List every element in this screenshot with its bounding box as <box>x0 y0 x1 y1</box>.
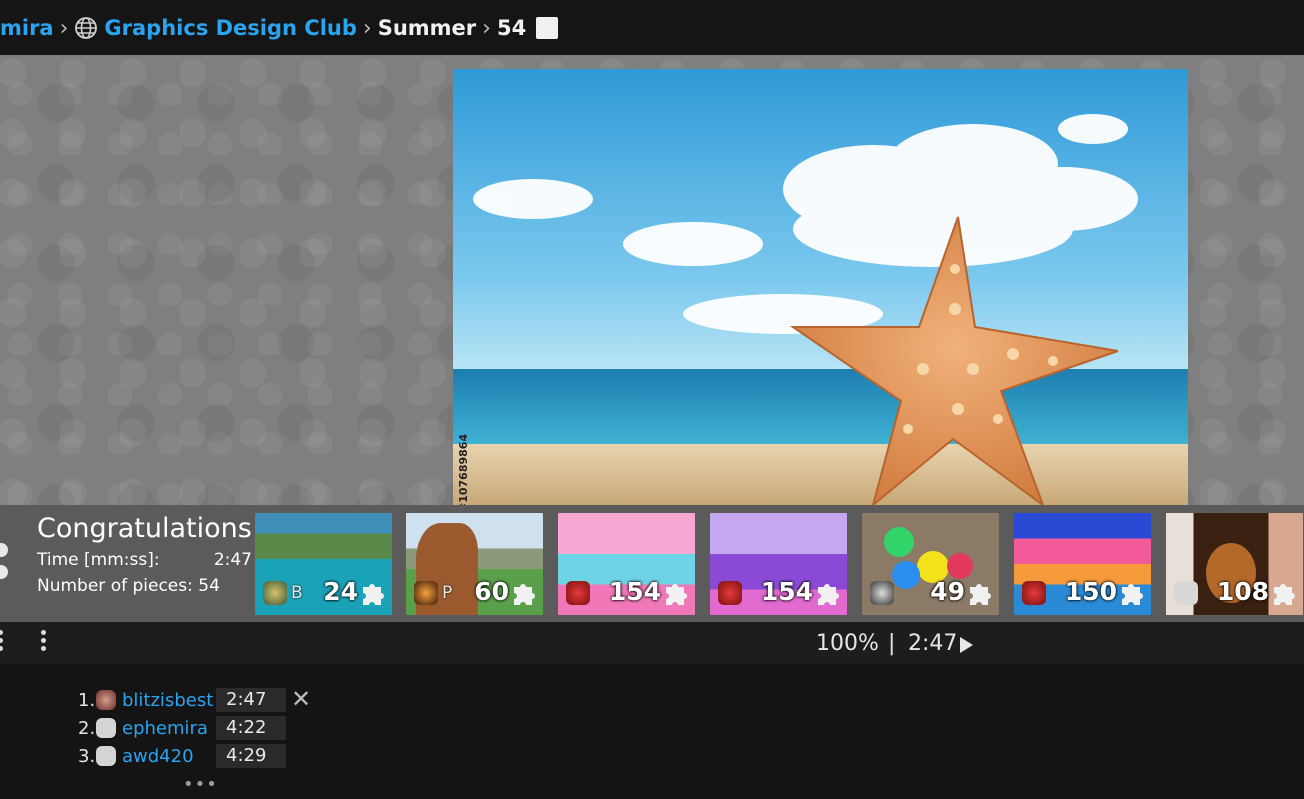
creator-avatar <box>718 581 742 605</box>
creator-avatar <box>1022 581 1046 605</box>
breadcrumb-club-link[interactable]: Graphics Design Club <box>104 16 356 40</box>
user-avatar <box>96 718 116 738</box>
status-separator: | <box>888 631 896 656</box>
zoom-level[interactable]: 100% <box>816 631 879 656</box>
thumbnail-badge: B <box>291 583 303 603</box>
piece-count: 154 <box>760 577 813 606</box>
congrats-title: Congratulations! <box>37 513 263 544</box>
time-label: Time [mm:ss]: <box>37 550 160 570</box>
rank: 3. <box>78 745 96 767</box>
pieces-label: Number of pieces: 54 <box>37 576 220 596</box>
piece-count: 49 <box>930 577 965 606</box>
pieces-stat: Number of pieces: 54 <box>37 576 252 596</box>
puzzle-piece-icon <box>1274 584 1295 605</box>
creator-avatar <box>263 581 287 605</box>
piece-count: 108 <box>1216 577 1269 606</box>
congrats-summary: Congratulations! Time [mm:ss]: 2:47 Numb… <box>37 513 263 596</box>
time-stat: Time [mm:ss]: 2:47 <box>37 550 252 570</box>
puzzle-piece-icon <box>970 584 991 605</box>
chevron-right-icon: › <box>362 15 372 41</box>
piece-count: 60 <box>474 577 509 606</box>
completed-puzzle-image <box>453 69 1188 505</box>
user-link[interactable]: ephemira <box>122 718 216 739</box>
puzzle-thumbnail[interactable]: 49 <box>862 513 999 615</box>
rank: 1. <box>78 689 96 711</box>
piece-count: 150 <box>1064 577 1117 606</box>
puzzle-thumbnail[interactable]: 154 <box>558 513 695 615</box>
user-avatar <box>96 746 116 766</box>
piece-count: 24 <box>323 577 358 606</box>
rank: 2. <box>78 717 96 739</box>
more-results-button[interactable]: ••• <box>183 774 218 795</box>
puzzle-piece-icon <box>818 584 839 605</box>
close-icon[interactable]: ✕ <box>291 685 311 713</box>
breadcrumb-category[interactable]: Summer <box>378 16 476 40</box>
solve-time: 4:22 <box>216 716 286 740</box>
side-handle-icon[interactable] <box>0 543 8 587</box>
user-avatar <box>96 690 116 710</box>
thumbnail-badge: P <box>442 583 453 603</box>
creator-avatar <box>870 581 894 605</box>
creator-avatar <box>414 581 438 605</box>
puzzle-piece-icon <box>666 584 687 605</box>
puzzle-piece-icon <box>514 584 535 605</box>
puzzle-thumbnail[interactable]: 108 <box>1166 513 1303 615</box>
globe-icon <box>75 17 98 39</box>
breadcrumb-pieces: 54 <box>496 16 527 40</box>
chevron-right-icon: › <box>482 15 491 41</box>
congratulations-panel: Congratulations! Time [mm:ss]: 2:47 Numb… <box>0 505 1304 622</box>
puzzle-thumbnail[interactable]: P 60 <box>406 513 543 615</box>
leaderboard-row: 1. blitzisbest 2:47 ✕ <box>78 685 311 714</box>
puzzle-piece-icon <box>1122 584 1143 605</box>
leaderboard: 1. blitzisbest 2:47 ✕ 2. ephemira 4:22 3… <box>78 685 311 770</box>
timer: 2:47 <box>908 631 958 656</box>
menu-icon[interactable] <box>0 630 4 654</box>
play-icon[interactable] <box>960 637 973 653</box>
piece-count: 154 <box>608 577 661 606</box>
leaderboard-row: 2. ephemira 4:22 <box>78 714 286 742</box>
time-value: 2:47 <box>213 550 252 570</box>
top-bar: mira › Graphics Design Club › Summer › 5… <box>0 0 1304 55</box>
puzzle-thumbnail[interactable]: 154 <box>710 513 847 615</box>
more-options-icon[interactable] <box>41 630 47 654</box>
creator-avatar <box>566 581 590 605</box>
puzzle-piece-icon <box>363 584 384 605</box>
creator-avatar <box>1174 581 1198 605</box>
user-link[interactable]: blitzisbest <box>122 690 216 711</box>
square-icon[interactable] <box>536 17 559 39</box>
breadcrumb: mira › Graphics Design Club › Summer › 5… <box>0 12 559 44</box>
puzzle-thumbnail[interactable]: B 24 <box>255 513 392 615</box>
chevron-right-icon: › <box>59 15 69 41</box>
puzzle-thumbnail[interactable]: 150 <box>1014 513 1151 615</box>
user-link[interactable]: awd420 <box>122 746 216 767</box>
solve-time: 4:29 <box>216 744 286 768</box>
breadcrumb-user-link[interactable]: mira <box>0 16 54 40</box>
status-bar: 100% | 2:47 <box>0 622 1304 664</box>
stock-id-watermark: #107689864 <box>457 433 470 512</box>
solve-time: 2:47 <box>216 688 286 712</box>
leaderboard-row: 3. awd420 4:29 <box>78 742 286 770</box>
